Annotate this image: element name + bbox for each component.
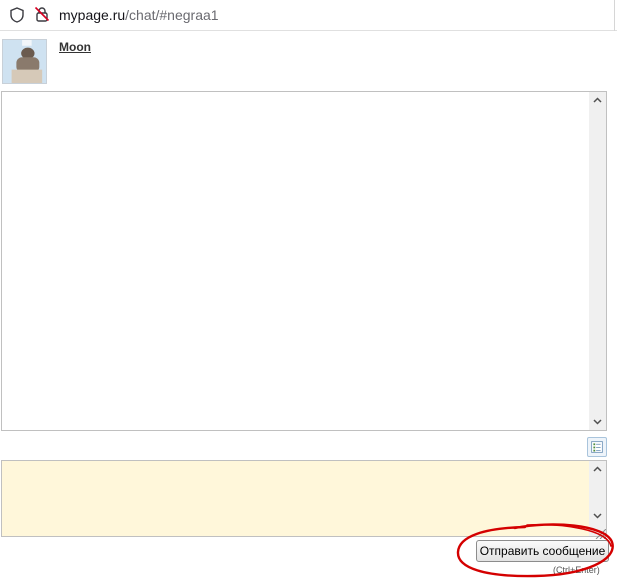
formatting-list-icon[interactable] xyxy=(587,437,607,457)
url-text[interactable]: mypage.ru/chat/#negraa1 xyxy=(59,7,219,23)
chevron-up-icon[interactable] xyxy=(589,92,606,109)
address-bar-edge xyxy=(614,0,615,31)
chevron-down-icon[interactable] xyxy=(589,413,606,430)
message-log-scrollbar[interactable] xyxy=(589,92,606,430)
avatar[interactable] xyxy=(2,39,47,84)
send-message-button[interactable]: Отправить сообщение xyxy=(476,540,609,562)
resize-grip-icon[interactable] xyxy=(592,526,607,540)
message-log[interactable] xyxy=(1,91,607,431)
insecure-lock-icon[interactable] xyxy=(33,5,51,23)
contact-name-link[interactable]: Moon xyxy=(59,40,91,54)
chevron-down-icon[interactable] xyxy=(589,507,606,524)
url-host: mypage.ru xyxy=(59,7,126,23)
chevron-up-icon[interactable] xyxy=(589,461,606,478)
url-path: /chat/#negraa1 xyxy=(125,7,219,23)
address-bar[interactable]: mypage.ru/chat/#negraa1 xyxy=(0,0,617,31)
shortcut-hint: (Ctrl+Enter) xyxy=(553,565,600,575)
shield-icon[interactable] xyxy=(8,6,26,24)
message-input-scrollbar[interactable] xyxy=(589,461,606,536)
message-input[interactable] xyxy=(1,460,607,540)
